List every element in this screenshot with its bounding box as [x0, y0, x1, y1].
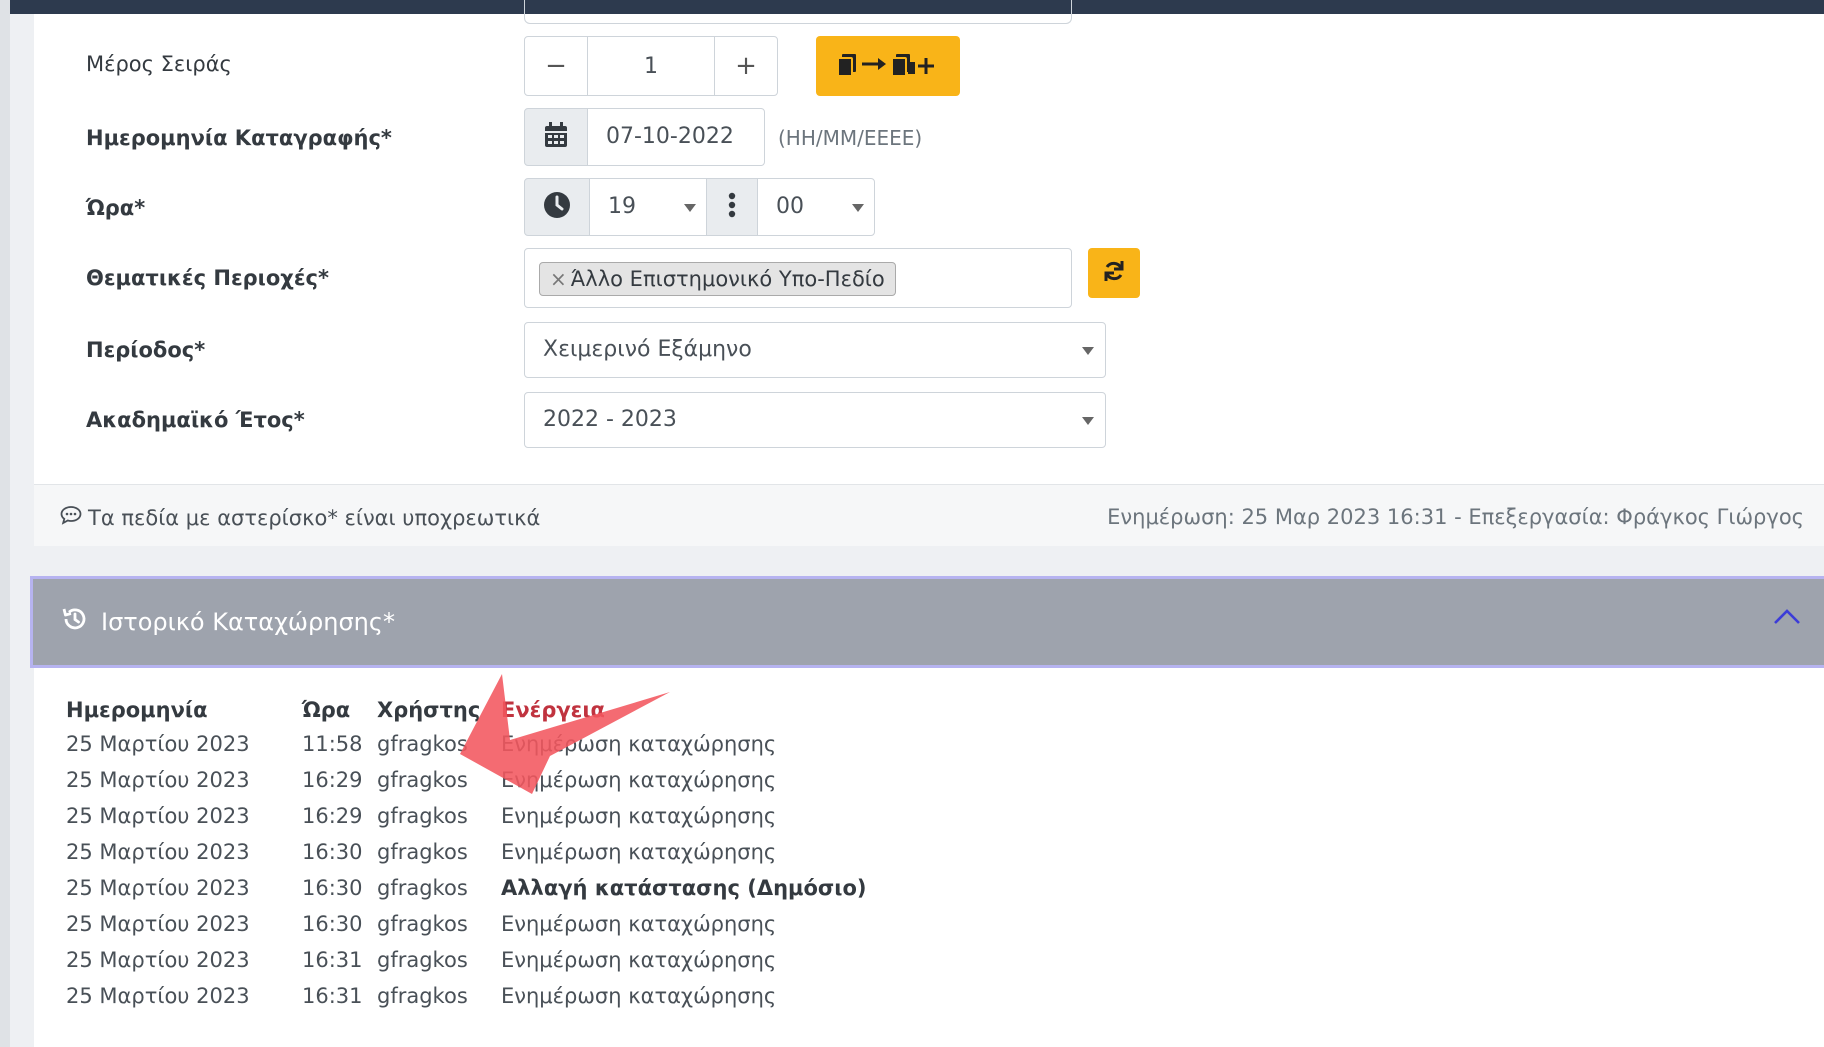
- cell-date: 25 Μαρτίου 2023: [66, 804, 250, 828]
- calendar-button[interactable]: [524, 108, 588, 166]
- series-part-label: Μέρος Σειράς: [86, 52, 232, 76]
- cell-time: 11:58: [302, 732, 363, 756]
- subject-areas-multiselect[interactable]: × Άλλο Επιστημονικό Υπο-Πεδίο: [524, 248, 1072, 308]
- cell-time: 16:29: [302, 804, 363, 828]
- cell-date: 25 Μαρτίου 2023: [66, 732, 250, 756]
- table-row: 25 Μαρτίου 2023 16:30 gfragkos Ενημέρωση κα…: [66, 834, 867, 870]
- period-select[interactable]: Χειμερινό Εξάμηνο: [524, 322, 1106, 378]
- table-row: 25 Μαρτίου 2023 16:31 gfragkos Ενημέρωση κα…: [66, 978, 867, 1014]
- refresh-button[interactable]: [1088, 248, 1140, 298]
- academic-year-value: 2022 - 2023: [543, 407, 677, 432]
- series-part-decrement-button[interactable]: −: [524, 36, 588, 96]
- separator-addon: [706, 178, 758, 236]
- required-note-text: Τα πεδία με αστερίσκο* είναι υποχρεωτικά: [88, 505, 541, 530]
- subject-area-tag: × Άλλο Επιστημονικό Υπο-Πεδίο: [539, 262, 896, 296]
- cell-date: 25 Μαρτίου 2023: [66, 840, 250, 864]
- chevron-down-icon: [852, 204, 864, 212]
- cell-date: 25 Μαρτίου 2023: [66, 912, 250, 936]
- previous-input-edge[interactable]: [524, 0, 1072, 24]
- annotation-arrow-icon: [460, 674, 670, 794]
- cell-time: 16:30: [302, 840, 363, 864]
- clock-addon: [524, 178, 590, 236]
- comment-icon: [60, 505, 82, 530]
- cell-time: 16:29: [302, 768, 363, 792]
- section-gap: [34, 546, 1824, 576]
- academic-year-label: Ακαδημαϊκό Έτος*: [86, 408, 305, 432]
- plus-label: +: [735, 51, 757, 81]
- table-row: 25 Μαρτίου 2023 16:31 gfragkos Ενημέρωση κα…: [66, 942, 867, 978]
- cell-date: 25 Μαρτίου 2023: [66, 768, 250, 792]
- cell-time: 16:31: [302, 984, 363, 1008]
- copy-arrow-icon: [836, 49, 940, 83]
- cell-time: 16:30: [302, 912, 363, 936]
- minute-value: 00: [776, 194, 804, 219]
- academic-year-select[interactable]: 2022 - 2023: [524, 392, 1106, 448]
- window-left-border: [0, 0, 10, 1047]
- cell-user: gfragkos: [377, 804, 468, 828]
- cell-user: gfragkos: [377, 876, 468, 900]
- chevron-down-icon: [1082, 417, 1094, 425]
- chevron-down-icon: [684, 204, 696, 212]
- subject-areas-label: Θεματικές Περιοχές*: [86, 266, 329, 290]
- tag-remove-button[interactable]: ×: [550, 267, 567, 291]
- update-info: Ενημέρωση: 25 Μαρ 2023 16:31 - Επεξεργασ…: [1107, 505, 1804, 529]
- chevron-down-icon: [1082, 347, 1094, 355]
- col-date: Ημερομηνία: [66, 698, 208, 722]
- record-date-value: 07-10-2022: [606, 124, 734, 149]
- series-part-value: 1: [644, 53, 658, 79]
- minute-select[interactable]: 00: [757, 178, 875, 236]
- minus-label: −: [545, 51, 567, 81]
- cell-user: gfragkos: [377, 984, 468, 1008]
- cell-date: 25 Μαρτίου 2023: [66, 948, 250, 972]
- ellipsis-vertical-icon: [728, 192, 736, 222]
- history-panel-header[interactable]: Ιστορικό Καταχώρησης*: [30, 576, 1824, 668]
- cell-action: Ενημέρωση καταχώρησης: [501, 804, 777, 828]
- record-date-input[interactable]: 07-10-2022: [587, 108, 765, 166]
- hour-select[interactable]: 19: [589, 178, 707, 236]
- cell-action: Ενημέρωση καταχώρησης: [501, 948, 777, 972]
- page-gutter: [10, 14, 34, 1047]
- series-part-input[interactable]: 1: [587, 36, 715, 96]
- history-icon: [61, 605, 89, 639]
- refresh-icon: [1102, 259, 1126, 287]
- series-part-increment-button[interactable]: +: [714, 36, 778, 96]
- date-format-hint: (ΗΗ/ΜΜ/ΕΕΕΕ): [778, 126, 923, 150]
- history-title: Ιστορικό Καταχώρησης*: [101, 608, 395, 636]
- cell-action: Ενημέρωση καταχώρησης: [501, 912, 777, 936]
- cell-action: Αλλαγή κατάστασης (Δημόσιο): [501, 876, 867, 900]
- tag-label: Άλλο Επιστημονικό Υπο-Πεδίο: [570, 267, 885, 291]
- chevron-up-icon[interactable]: [1772, 605, 1802, 631]
- cell-action: Ενημέρωση καταχώρησης: [501, 840, 777, 864]
- calendar-icon: [544, 122, 568, 152]
- table-row: 25 Μαρτίου 2023 16:30 gfragkos Αλλαγή κατάσ…: [66, 870, 867, 906]
- cell-time: 16:30: [302, 876, 363, 900]
- cell-date: 25 Μαρτίου 2023: [66, 876, 250, 900]
- period-value: Χειμερινό Εξάμηνο: [543, 337, 752, 362]
- cell-user: gfragkos: [377, 912, 468, 936]
- clock-icon: [543, 191, 571, 223]
- col-time: Ώρα: [302, 698, 351, 722]
- cell-date: 25 Μαρτίου 2023: [66, 984, 250, 1008]
- record-date-label: Ημερομηνία Καταγραφής*: [86, 126, 392, 150]
- period-label: Περίοδος*: [86, 338, 206, 362]
- table-row: 25 Μαρτίου 2023 16:29 gfragkos Ενημέρωση κα…: [66, 798, 867, 834]
- cell-user: gfragkos: [377, 840, 468, 864]
- required-fields-note: Τα πεδία με αστερίσκο* είναι υποχρεωτικά: [60, 505, 540, 530]
- time-label: Ώρα*: [86, 196, 146, 220]
- cell-action: Ενημέρωση καταχώρησης: [501, 984, 777, 1008]
- cell-user: gfragkos: [377, 948, 468, 972]
- cell-time: 16:31: [302, 948, 363, 972]
- copy-add-button[interactable]: [816, 36, 960, 96]
- hour-value: 19: [608, 194, 636, 219]
- table-row: 25 Μαρτίου 2023 16:30 gfragkos Ενημέρωση κα…: [66, 906, 867, 942]
